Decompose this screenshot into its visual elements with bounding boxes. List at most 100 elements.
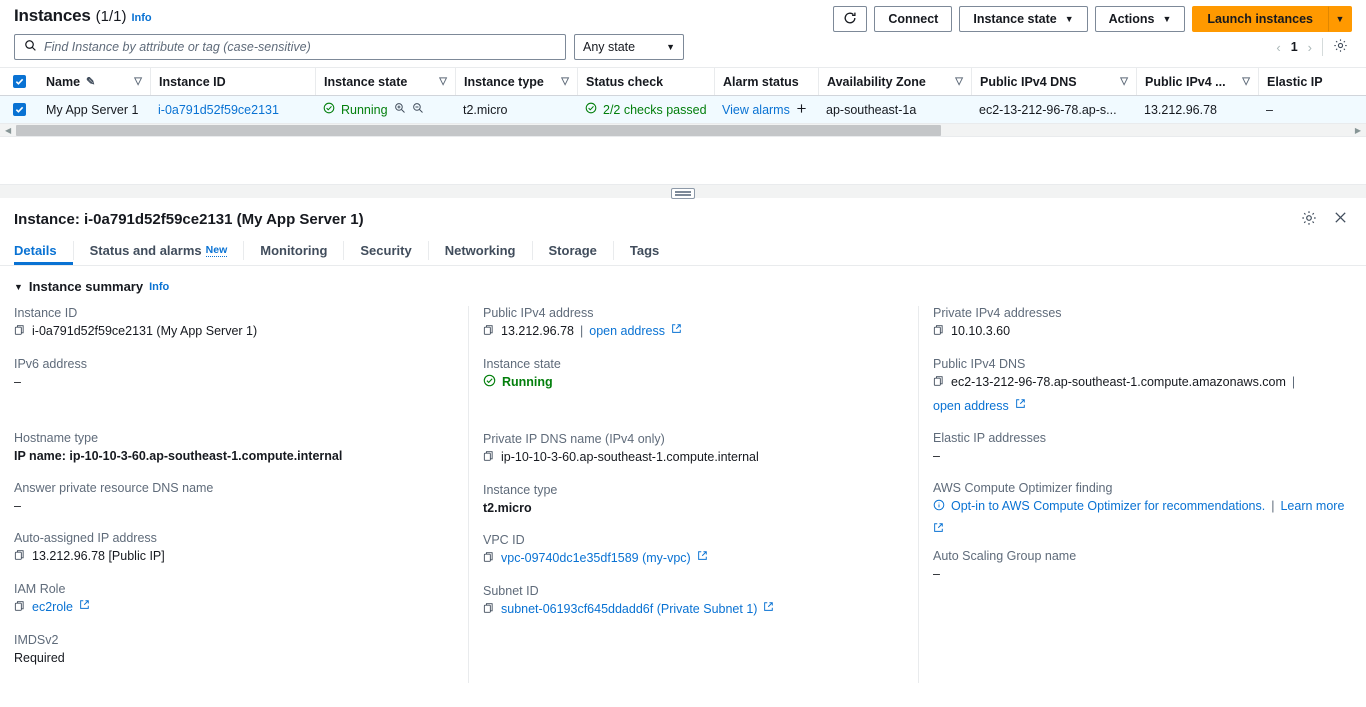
field-subnet-id: Subnet ID subnet-06193cf645ddadd6f (Priv… — [483, 584, 904, 619]
column-header-instance-type[interactable]: Instance type ▽ — [455, 68, 577, 95]
instance-state-button[interactable]: Instance state ▼ — [959, 6, 1088, 32]
table-horizontal-scrollbar[interactable]: ◀ ▶ — [0, 124, 1366, 137]
copy-icon[interactable] — [483, 602, 495, 619]
copy-icon[interactable] — [933, 375, 945, 392]
column-header-elastic-ip[interactable]: Elastic IP — [1258, 68, 1358, 95]
edit-pencil-icon[interactable]: ✎ — [86, 75, 95, 88]
field-ipv6-address-value: – — [14, 375, 21, 389]
connect-button[interactable]: Connect — [874, 6, 953, 32]
copy-icon[interactable] — [14, 324, 26, 341]
select-all-cell — [0, 68, 38, 95]
tab-security[interactable]: Security — [344, 236, 427, 265]
column-header-name[interactable]: Name ✎ ▽ — [38, 68, 150, 95]
column-header-instance-id[interactable]: Instance ID — [150, 68, 315, 95]
chevron-down-icon: ▼ — [666, 41, 675, 52]
select-all-checkbox[interactable] — [12, 75, 26, 88]
instance-id-link[interactable]: i-0a791d52f59ce2131 — [158, 103, 279, 117]
subnet-id-link[interactable]: subnet-06193cf645ddadd6f (Private Subnet… — [501, 601, 757, 618]
external-link-icon[interactable] — [79, 599, 90, 610]
field-answer-private-resource-dns-name-value: – — [14, 499, 21, 513]
field-vpc-id: VPC ID vpc-09740dc1e35df1589 (my-vpc) — [483, 533, 904, 568]
field-instance-id: Instance ID i-0a791d52f59ce2131 (My App … — [14, 306, 454, 341]
info-link-summary[interactable]: Info — [149, 281, 169, 293]
detail-preferences-button[interactable] — [1301, 210, 1317, 229]
sort-icon[interactable]: ▽ — [1242, 76, 1250, 87]
column-header-availability-zone-label: Availability Zone — [827, 74, 926, 89]
collapse-triangle-icon[interactable]: ▼ — [14, 282, 23, 292]
chevron-down-icon: ▼ — [1162, 13, 1172, 24]
pagination-prev-button[interactable]: ‹ — [1276, 40, 1280, 55]
copy-icon[interactable] — [483, 324, 495, 341]
page-title-text: Instances — [14, 6, 91, 25]
instance-id-text: i-0a791d52f59ce2131 (My App Server 1) — [32, 324, 258, 338]
launch-instances-dropdown-button[interactable]: ▼ — [1328, 6, 1352, 32]
tab-networking[interactable]: Networking — [429, 236, 532, 265]
row-checkbox[interactable] — [12, 103, 26, 116]
column-header-public-ipv4-dns[interactable]: Public IPv4 DNS ▽ — [971, 68, 1136, 95]
zoom-out-icon[interactable] — [412, 102, 424, 117]
zoom-in-icon[interactable] — [394, 102, 406, 117]
private-ipv4-addresses-text: 10.10.3.60 — [951, 324, 1011, 338]
sort-icon[interactable]: ▽ — [439, 76, 447, 87]
sort-icon[interactable]: ▽ — [955, 76, 963, 87]
vpc-id-link[interactable]: vpc-09740dc1e35df1589 (my-vpc) — [501, 550, 691, 567]
copy-icon[interactable] — [483, 450, 495, 467]
field-public-ipv4-dns-value: ec2-13-212-96-78.ap-southeast-1.compute.… — [933, 374, 1352, 415]
column-header-status-check[interactable]: Status check — [577, 68, 714, 95]
column-header-elastic-ip-label: Elastic IP — [1267, 74, 1323, 89]
external-link-icon[interactable] — [671, 323, 682, 334]
copy-icon[interactable] — [483, 551, 495, 568]
tab-status-and-alarms[interactable]: Status and alarms New — [74, 236, 244, 265]
table-row[interactable]: My App Server 1 i-0a791d52f59ce2131 Runn… — [0, 96, 1366, 124]
launch-instances-button[interactable]: Launch instances — [1192, 6, 1328, 32]
column-header-alarm-status[interactable]: Alarm status — [714, 68, 818, 95]
column-header-public-ipv4[interactable]: Public IPv4 ... ▽ — [1136, 68, 1258, 95]
copy-icon[interactable] — [933, 324, 945, 341]
learn-more-link[interactable]: Learn more — [1280, 498, 1344, 515]
pagination-next-button[interactable]: › — [1308, 40, 1312, 55]
refresh-button[interactable] — [833, 6, 868, 32]
cell-instance-type: t2.micro — [463, 102, 508, 117]
cell-name: My App Server 1 — [46, 102, 139, 117]
tab-tags[interactable]: Tags — [614, 236, 675, 265]
external-link-icon[interactable] — [763, 601, 774, 612]
search-input[interactable]: Find Instance by attribute or tag (case-… — [14, 34, 566, 60]
copy-icon[interactable] — [14, 600, 26, 617]
scroll-right-arrow-icon[interactable]: ▶ — [1355, 126, 1361, 135]
actions-button[interactable]: Actions ▼ — [1094, 6, 1186, 32]
list-preferences-button[interactable] — [1333, 38, 1348, 56]
open-address-link[interactable]: open address — [589, 323, 665, 340]
field-aws-compute-optimizer-finding-value: Opt-in to AWS Compute Optimizer for reco… — [933, 498, 1352, 533]
column-header-status-check-label: Status check — [586, 74, 664, 89]
tab-monitoring[interactable]: Monitoring — [244, 236, 343, 265]
view-alarms-link[interactable]: View alarms — [722, 103, 790, 117]
open-address-link[interactable]: open address — [933, 398, 1009, 415]
compute-optimizer-optin-link[interactable]: Opt-in to AWS Compute Optimizer for reco… — [951, 498, 1265, 515]
scrollbar-thumb[interactable] — [16, 125, 941, 136]
pagination-page-1[interactable]: 1 — [1291, 40, 1298, 54]
external-link-icon[interactable] — [1015, 398, 1026, 409]
sort-icon[interactable]: ▽ — [1120, 76, 1128, 87]
splitter-grip-handle[interactable] — [671, 188, 695, 199]
instance-state-label: Instance state — [973, 12, 1057, 26]
scroll-left-arrow-icon[interactable]: ◀ — [5, 126, 11, 135]
tab-storage[interactable]: Storage — [533, 236, 613, 265]
sort-icon[interactable]: ▽ — [561, 76, 569, 87]
column-header-instance-type-label: Instance type — [464, 74, 544, 89]
close-panel-button[interactable] — [1333, 210, 1348, 228]
tab-status-and-alarms-label: Status and alarms — [89, 243, 202, 258]
sort-icon[interactable]: ▽ — [134, 76, 142, 87]
info-link-header[interactable]: Info — [131, 12, 151, 24]
list-header: Instances (1/1) Info Connect Instance st… — [0, 0, 1366, 32]
add-alarm-icon[interactable] — [796, 103, 807, 117]
state-filter-select[interactable]: Any state ▼ — [574, 34, 684, 60]
panel-splitter[interactable] — [0, 184, 1366, 199]
column-header-instance-state[interactable]: Instance state ▽ — [315, 68, 455, 95]
detail-title: Instance: i-0a791d52f59ce2131 (My App Se… — [14, 210, 364, 228]
tab-details[interactable]: Details — [14, 236, 73, 265]
external-link-icon[interactable] — [697, 550, 708, 561]
iam-role-link[interactable]: ec2role — [32, 599, 73, 616]
column-header-availability-zone[interactable]: Availability Zone ▽ — [818, 68, 971, 95]
copy-icon[interactable] — [14, 549, 26, 566]
external-link-icon[interactable] — [933, 522, 944, 533]
